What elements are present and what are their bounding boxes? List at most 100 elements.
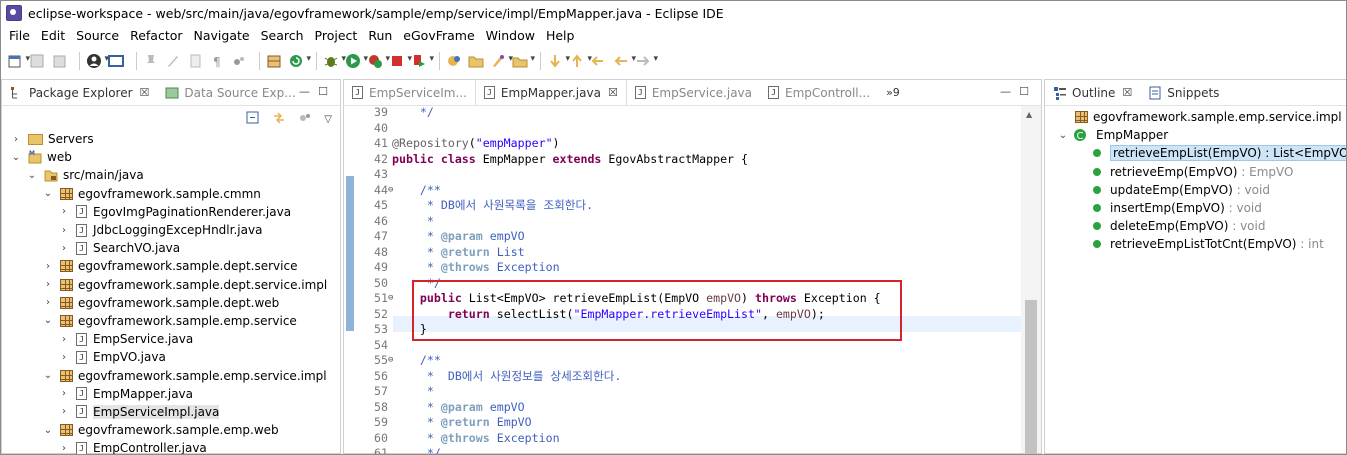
minimize-icon[interactable]: — [299, 85, 310, 98]
maximize-icon[interactable]: ☐ [1019, 85, 1029, 98]
close-icon[interactable]: ☒ [608, 86, 618, 99]
view-menu-icon[interactable]: ▽ [324, 114, 332, 125]
editor-tab[interactable]: J EmpControll... [760, 80, 878, 105]
terminal-icon[interactable] [108, 53, 124, 69]
tree-item[interactable]: › J EgovImgPaginationRenderer.java [2, 203, 340, 221]
stop-icon[interactable] [389, 53, 412, 69]
coverage-icon[interactable] [367, 53, 390, 69]
chevron-down-icon[interactable]: ⌄ [42, 315, 54, 326]
tree-item[interactable]: ⌄ Mweb [2, 148, 340, 166]
tab-data-source-explorer[interactable]: Data Source Exp... [157, 80, 303, 105]
menu-project[interactable]: Project [315, 28, 358, 43]
vertical-scrollbar[interactable]: ▲ [1021, 106, 1041, 454]
chevron-right-icon[interactable]: › [42, 279, 54, 290]
debug-icon[interactable] [323, 53, 346, 69]
minimize-icon[interactable]: — [1000, 85, 1011, 98]
menu-navigate[interactable]: Navigate [194, 28, 250, 43]
chevron-right-icon[interactable]: › [58, 352, 70, 363]
menu-egovframe[interactable]: eGovFrame [403, 28, 474, 43]
brush-icon[interactable] [490, 53, 513, 69]
menu-edit[interactable]: Edit [41, 28, 65, 43]
chevron-right-icon[interactable]: › [58, 225, 70, 236]
tree-item[interactable]: › egovframework.sample.dept.web [2, 294, 340, 312]
save-all-icon[interactable] [51, 53, 67, 69]
chevron-down-icon[interactable]: ⌄ [42, 370, 54, 381]
open-type-icon[interactable] [446, 53, 462, 69]
chevron-right-icon[interactable]: › [58, 406, 70, 417]
next-annotation-icon[interactable] [547, 53, 570, 69]
link-editor-icon[interactable] [272, 111, 286, 128]
last-edit-icon[interactable] [591, 53, 607, 69]
tree-item[interactable]: › J EmpServiceImpl.java [2, 403, 340, 421]
save-icon[interactable] [29, 53, 45, 69]
tree-item[interactable]: ⌄ egovframework.sample.cmmn [2, 185, 340, 203]
chevron-right-icon[interactable]: › [58, 206, 70, 217]
tree-item[interactable]: › J EmpVO.java [2, 348, 340, 366]
chevron-down-icon[interactable]: ⌄ [10, 152, 22, 163]
chevron-right-icon[interactable]: › [42, 297, 54, 308]
chevron-down-icon[interactable]: ⌄ [26, 170, 38, 181]
account-icon[interactable] [86, 53, 109, 69]
outline-method[interactable]: retrieveEmpListTotCnt(EmpVO) : int [1045, 235, 1346, 253]
maximize-icon[interactable]: ☐ [318, 85, 328, 98]
forward-icon[interactable] [635, 53, 658, 69]
external-tools-icon[interactable] [411, 53, 434, 69]
close-icon[interactable]: ☒ [1122, 86, 1132, 99]
chevron-right-icon[interactable]: › [42, 261, 54, 272]
run-icon[interactable] [345, 53, 368, 69]
new-icon[interactable] [7, 53, 30, 69]
chevron-right-icon[interactable]: › [10, 134, 22, 145]
tree-item[interactable]: ⌄ egovframework.sample.emp.service [2, 312, 340, 330]
tab-outline[interactable]: Outline ☒ [1045, 80, 1141, 105]
tree-item[interactable]: › egovframework.sample.dept.service [2, 257, 340, 275]
prev-annotation-icon[interactable] [569, 53, 592, 69]
task-icon[interactable] [512, 53, 535, 69]
outline-method[interactable]: updateEmp(EmpVO) : void [1045, 181, 1346, 199]
scrollbar-thumb[interactable] [1025, 300, 1037, 454]
pilcrow-icon[interactable]: ¶ [209, 53, 225, 69]
tree-item[interactable]: › Servers [2, 130, 340, 148]
outline-class-row[interactable]: ⌄ C EmpMapper [1045, 126, 1346, 144]
chevron-right-icon[interactable]: › [58, 334, 70, 345]
tree-item[interactable]: › J EmpController.java [2, 439, 340, 454]
outline-package-row[interactable]: egovframework.sample.emp.service.impl [1045, 108, 1346, 126]
menu-source[interactable]: Source [76, 28, 119, 43]
chevron-right-icon[interactable]: › [58, 388, 70, 399]
refresh-icon[interactable] [288, 53, 311, 69]
back-icon[interactable] [613, 53, 636, 69]
doc-icon[interactable] [187, 53, 203, 69]
editor-tab[interactable]: J EmpService.java [627, 80, 760, 105]
chevron-right-icon[interactable]: › [58, 243, 70, 254]
tab-snippets[interactable]: Snippets [1140, 80, 1227, 105]
open-folder-icon[interactable] [468, 53, 484, 69]
menu-search[interactable]: Search [261, 28, 304, 43]
menu-help[interactable]: Help [546, 28, 575, 43]
tree-item[interactable]: ⌄ egovframework.sample.emp.web [2, 421, 340, 439]
chevron-right-icon[interactable]: › [58, 443, 70, 454]
outline-method[interactable]: deleteEmp(EmpVO) : void [1045, 217, 1346, 235]
scroll-up-icon[interactable]: ▲ [1026, 110, 1032, 119]
menu-run[interactable]: Run [368, 28, 392, 43]
chevron-down-icon[interactable]: ⌄ [1057, 130, 1069, 141]
package-icon[interactable] [266, 53, 282, 69]
tree-item[interactable]: › J EmpMapper.java [2, 385, 340, 403]
pen-icon[interactable] [165, 53, 181, 69]
editor-tab[interactable]: J EmpServiceIm... [344, 80, 475, 105]
editor-tabs-overflow[interactable]: »9 [878, 80, 908, 105]
pin-icon[interactable] [143, 53, 159, 69]
outline-method[interactable]: retrieveEmp(EmpVO) : EmpVO [1045, 163, 1346, 181]
chevron-down-icon[interactable]: ⌄ [42, 188, 54, 199]
tree-item[interactable]: ⌄ egovframework.sample.emp.service.impl [2, 366, 340, 384]
tree-item[interactable]: › J JdbcLoggingExcepHndlr.java [2, 221, 340, 239]
close-icon[interactable]: ☒ [140, 86, 150, 99]
tree-item[interactable]: ⌄ src/main/java [2, 166, 340, 184]
outline-method[interactable]: retrieveEmpList(EmpVO) : List<EmpVO> [1045, 144, 1346, 162]
menu-window[interactable]: Window [486, 28, 535, 43]
menu-refactor[interactable]: Refactor [130, 28, 182, 43]
editor-tab[interactable]: J EmpMapper.java ☒ [474, 80, 627, 105]
tree-item[interactable]: › egovframework.sample.dept.service.impl [2, 276, 340, 294]
collapse-all-icon[interactable] [246, 111, 260, 128]
tree-item[interactable]: › J SearchVO.java [2, 239, 340, 257]
tab-package-explorer[interactable]: Package Explorer ☒ [2, 80, 158, 105]
menu-file[interactable]: File [9, 28, 30, 43]
